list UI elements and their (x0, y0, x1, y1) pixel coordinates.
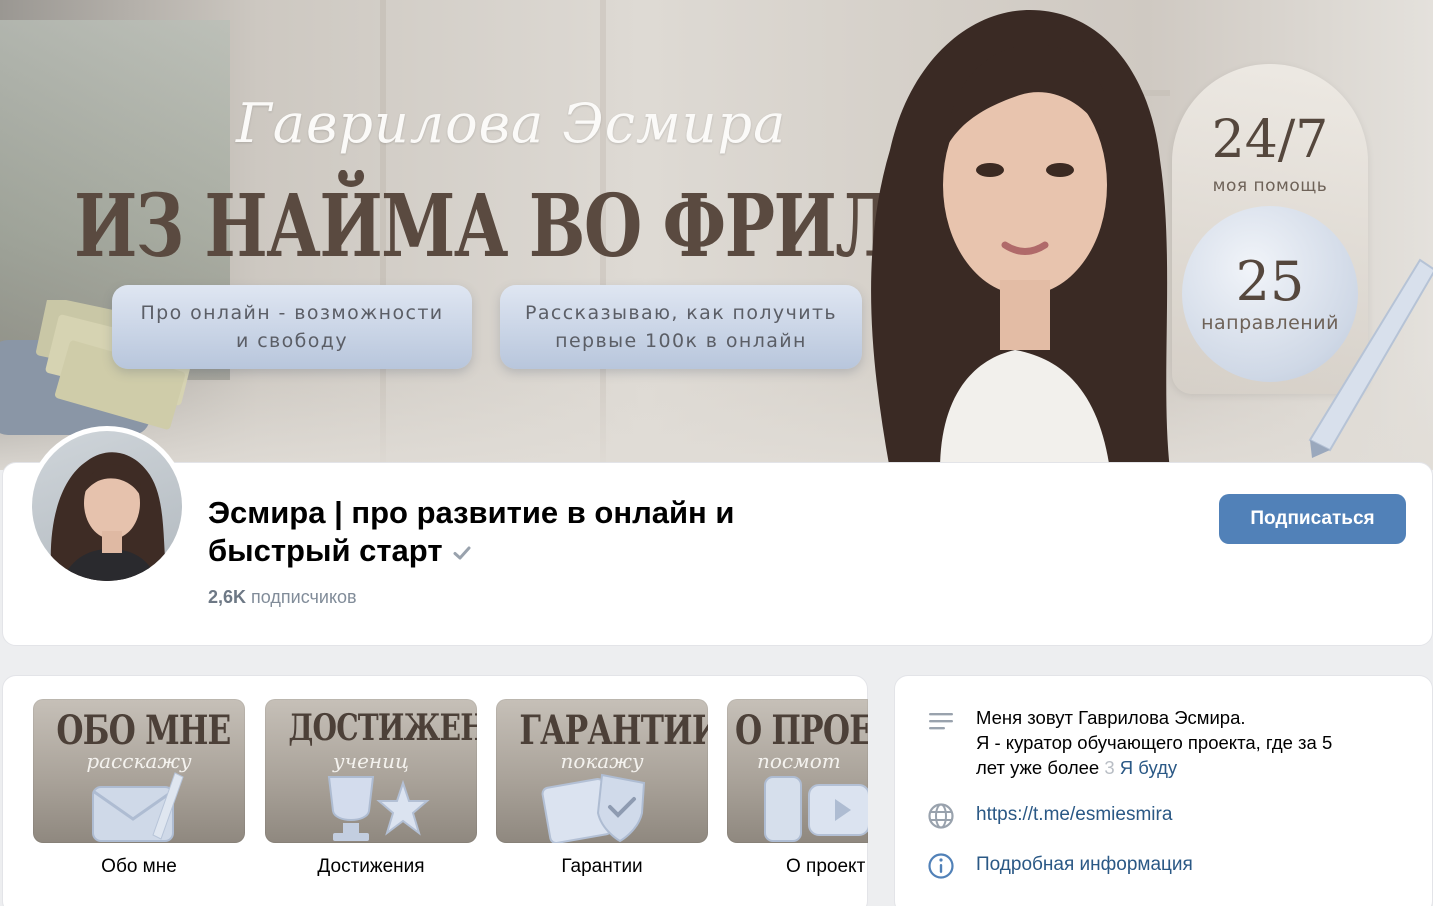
article-label-about[interactable]: Обо мне (33, 856, 245, 878)
globe-icon (928, 803, 954, 829)
description-text: лет уже более (976, 757, 1100, 778)
shield-icon (541, 773, 646, 843)
article-thumb-project[interactable]: О ПРОЕ посмот (727, 699, 868, 843)
trophy-icon (327, 776, 430, 841)
article-thumb-guarantees[interactable]: ГАРАНТИИ покажу (496, 699, 708, 843)
article-thumb-achievements[interactable]: ДОСТИЖЕНИЯ учениц (265, 699, 477, 843)
subscribe-button[interactable]: Подписаться (1219, 494, 1406, 544)
badge-hours-caption: моя помощь (1212, 176, 1328, 196)
article-thumb-title: О ПРОЕ (735, 707, 868, 754)
article-thumb-title: ГАРАНТИИ (519, 707, 708, 754)
article-label-project[interactable]: О проект (727, 856, 868, 878)
article-label-guarantees[interactable]: Гарантии (496, 856, 708, 878)
group-description: Меня зовут Гаврилова Эсмира. Я - куратор… (976, 705, 1396, 780)
verified-check-icon[interactable] (451, 542, 473, 564)
cover-image: Гаврилова Эсмира ИЗ НАЙМА ВО ФРИЛАНС Про… (0, 0, 1433, 470)
article-thumb-title: ОБО МНЕ (56, 707, 231, 754)
description-more-link[interactable]: Я буду (1120, 757, 1177, 778)
badge-hours: 24/7 (1211, 110, 1329, 170)
cover-script-name: Гаврилова Эсмира (236, 92, 787, 155)
description-line-last: лет уже более 3 Я буду (976, 755, 1396, 780)
details-link[interactable]: Подробная информация (976, 854, 1193, 876)
phone-icon (764, 776, 868, 842)
page-title: Эсмира | про развитие в онлайн и быстрый… (208, 494, 848, 570)
cover-headline: ИЗ НАЙМА ВО ФРИЛАНС (74, 176, 1061, 277)
subscribers-label: подписчиков (251, 587, 357, 607)
subscribers-count[interactable]: 2,6K подписчиков (208, 587, 357, 608)
avatar-photo (50, 452, 167, 581)
info-icon (928, 853, 954, 879)
cover-pill-right: Рассказываю, как получить первые 100к в … (500, 285, 862, 369)
cover-portrait (871, 10, 1170, 470)
cover-pill-left: Про онлайн - возможности и свободу (112, 285, 472, 369)
website-link[interactable]: https://t.me/esmiesmira (976, 804, 1172, 826)
avatar[interactable] (27, 426, 187, 586)
article-thumb-about[interactable]: ОБО МНЕ расскажу (33, 699, 245, 843)
pen-icon (1308, 258, 1433, 458)
description-lines-icon (929, 713, 953, 730)
description-fade: 3 (1104, 757, 1115, 778)
article-thumb-title: ДОСТИЖЕНИЯ (288, 707, 477, 749)
article-thumb-script: посмот (757, 749, 841, 773)
article-label-achievements[interactable]: Достижения (265, 856, 477, 878)
subscribers-number: 2,6K (208, 587, 247, 607)
description-line: Я - куратор обучающего проекта, где за 5 (976, 732, 1333, 753)
article-thumb-script: учениц (333, 749, 409, 773)
envelope-icon (92, 772, 184, 842)
description-line: Меня зовут Гаврилова Эсмира. (976, 707, 1246, 728)
